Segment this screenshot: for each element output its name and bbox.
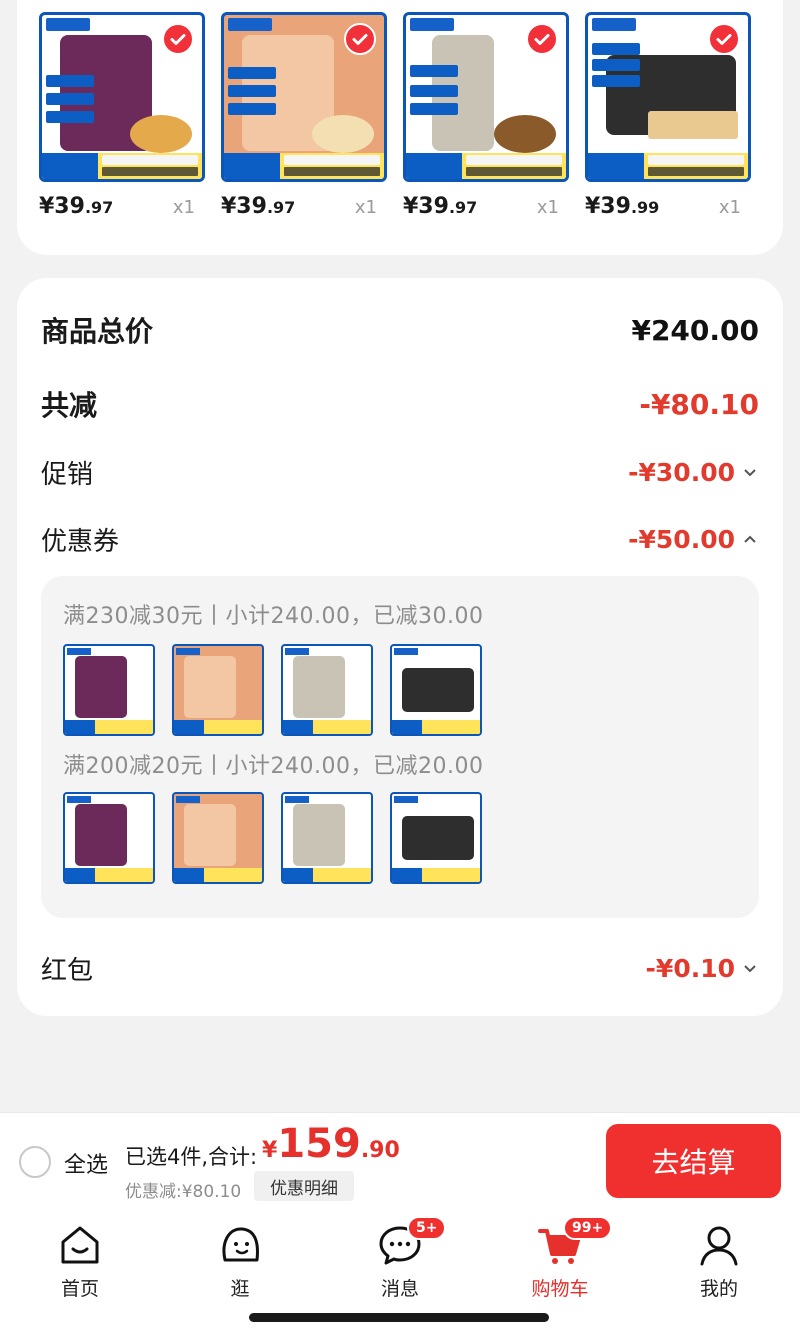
product-quantity: x1 (354, 197, 377, 218)
tab-messages[interactable]: 消息 5+ (355, 1216, 447, 1301)
profile-icon (700, 1226, 738, 1266)
price-summary-card: 商品总价 ¥240.00 共减 -¥80.10 促销 -¥30.00 优惠券 -… (17, 278, 783, 1016)
tab-cart[interactable]: 购物车 99+ (515, 1216, 613, 1301)
browse-icon (222, 1227, 259, 1262)
promo-value[interactable]: -¥30.00 (628, 458, 759, 487)
selected-products-card: ¥39.97 x1 ¥39.97 x1 ¥39.97 x1 ¥39.99 x1 (17, 0, 783, 255)
select-all-label[interactable]: 全选 (64, 1147, 108, 1179)
coupon-product-thumb (390, 792, 482, 884)
tab-browse[interactable]: 逛 (195, 1222, 285, 1301)
product-quantity: x1 (536, 197, 559, 218)
red-packet-value[interactable]: -¥0.10 (646, 954, 759, 983)
product-item[interactable]: ¥39.97 x1 (221, 12, 387, 219)
coupon-product-thumb (63, 644, 155, 736)
goods-total-label: 商品总价 (41, 315, 154, 348)
chevron-down-icon (744, 469, 756, 477)
product-price: ¥39.99 (585, 194, 660, 219)
selected-check-icon[interactable] (708, 23, 740, 55)
discount-detail-button[interactable]: 优惠明细 (254, 1171, 354, 1201)
product-item[interactable]: ¥39.99 x1 (585, 12, 751, 219)
coupon-product-thumb (172, 792, 264, 884)
coupon-rule-text: 满230减30元丨小计240.00，已减30.00 (63, 604, 484, 629)
product-image[interactable] (585, 12, 751, 182)
coupon-rule-text: 满200减20元丨小计240.00，已减20.00 (63, 754, 484, 779)
coupon-product-thumb (281, 792, 373, 884)
total-reduce-value: -¥80.10 (639, 387, 759, 421)
product-price: ¥39.97 (39, 194, 114, 219)
checkout-bar: 全选 已选4件,合计: ¥159.90 优惠减:¥80.10 优惠明细 去结算 (0, 1112, 800, 1210)
product-item[interactable]: ¥39.97 x1 (39, 12, 205, 219)
product-image[interactable] (39, 12, 205, 182)
tab-profile[interactable]: 我的 (674, 1222, 764, 1301)
product-quantity: x1 (718, 197, 741, 218)
select-all-radio[interactable] (19, 1146, 51, 1178)
selected-check-icon[interactable] (526, 23, 558, 55)
selected-check-icon[interactable] (344, 23, 376, 55)
home-icon (61, 1226, 99, 1264)
coupon-row[interactable]: 优惠券 -¥50.00 (41, 519, 759, 559)
coupon-product-thumb (172, 644, 264, 736)
product-image[interactable] (403, 12, 569, 182)
total-reduce-label: 共减 (41, 389, 98, 422)
selected-count-text: 已选4件,合计: (125, 1145, 258, 1169)
product-image[interactable] (221, 12, 387, 182)
goods-total-row: 商品总价 ¥240.00 (41, 310, 759, 350)
home-indicator[interactable] (249, 1313, 549, 1322)
message-badge: 5+ (407, 1216, 447, 1240)
promo-row[interactable]: 促销 -¥30.00 (41, 452, 759, 492)
red-packet-row[interactable]: 红包 -¥0.10 (41, 948, 759, 988)
red-packet-label: 红包 (41, 955, 94, 986)
promo-label: 促销 (41, 459, 94, 490)
product-item[interactable]: ¥39.97 x1 (403, 12, 569, 219)
product-price: ¥39.97 (403, 194, 478, 219)
checkout-button[interactable]: 去结算 (606, 1124, 781, 1198)
coupon-value[interactable]: -¥50.00 (628, 525, 759, 554)
coupon-product-thumb (281, 644, 373, 736)
selected-check-icon[interactable] (162, 23, 194, 55)
coupon-detail-panel: 满230减30元丨小计240.00，已减30.00 满200减20元丨小计240… (41, 576, 759, 918)
tab-home[interactable]: 首页 (35, 1222, 125, 1301)
coupon-product-thumb (63, 792, 155, 884)
total-price: ¥159.90 (262, 1121, 400, 1167)
total-reduce-row: 共减 -¥80.10 (41, 384, 759, 424)
product-price: ¥39.97 (221, 194, 296, 219)
coupon-product-thumb (390, 644, 482, 736)
discount-text: 优惠减:¥80.10 (125, 1182, 242, 1202)
chevron-down-icon (744, 965, 756, 973)
cart-badge: 99+ (563, 1216, 613, 1240)
coupon-label: 优惠券 (41, 526, 120, 557)
product-quantity: x1 (172, 197, 195, 218)
goods-total-value: ¥240.00 (631, 313, 759, 347)
chevron-up-icon (744, 535, 756, 543)
